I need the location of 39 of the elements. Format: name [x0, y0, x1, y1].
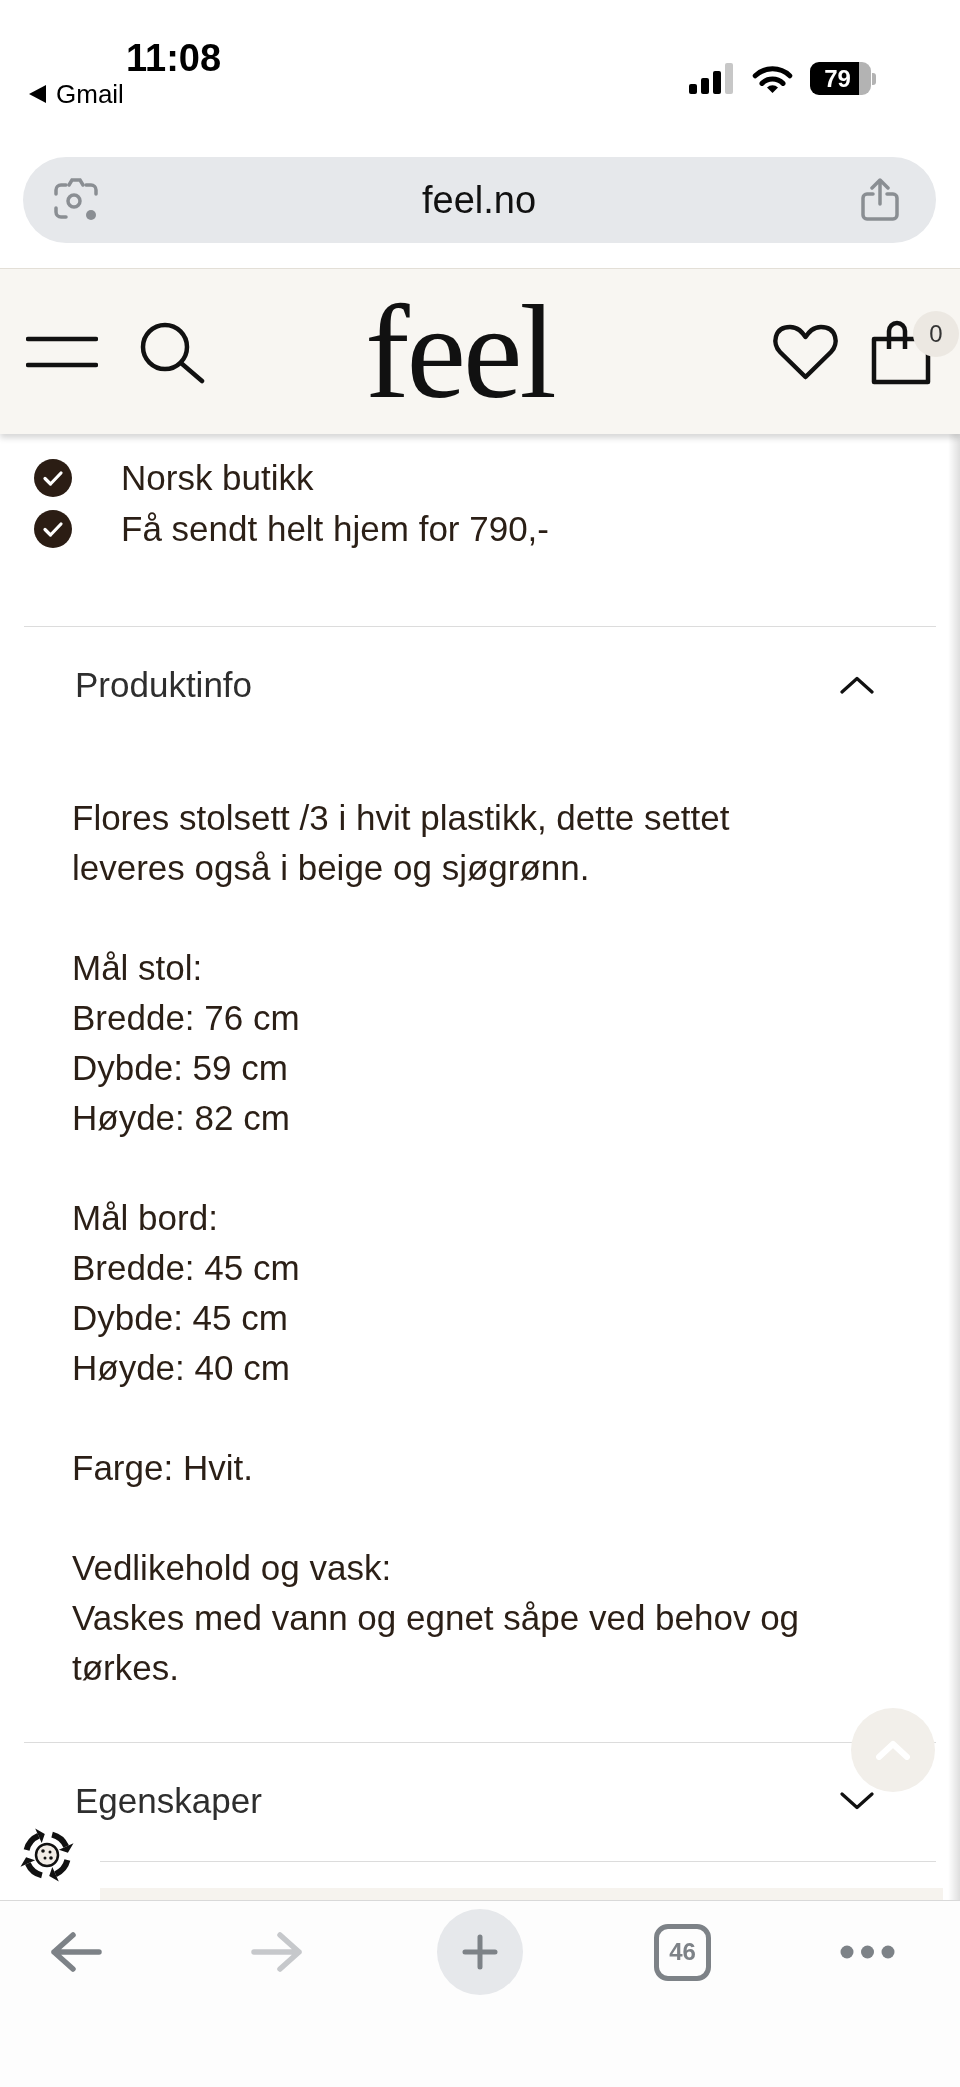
description-line: Vaskes med vann og egnet såpe ved behov og tørkes. [72, 1597, 801, 1689]
description-line: Vedlikehold og vask: [72, 1547, 393, 1589]
description-line: Høyde: 82 cm [72, 1097, 291, 1139]
address-bar[interactable]: feel.no [23, 157, 936, 243]
back-triangle-icon [29, 85, 46, 103]
chevron-up-icon[interactable] [840, 676, 874, 694]
tabs-button[interactable]: 46 [654, 1923, 711, 1981]
site-logo[interactable]: feel [365, 284, 554, 419]
menu-icon[interactable] [26, 335, 98, 368]
usp-text: Få sendt helt hjem for 790,- [121, 508, 549, 549]
description-line: Dybde: 45 cm [72, 1297, 289, 1339]
share-icon[interactable] [860, 178, 900, 222]
shopping-bag-icon[interactable] [870, 318, 931, 385]
back-to-app-link[interactable]: Gmail [29, 79, 124, 109]
signal-strength-icon [689, 63, 735, 94]
description-line: Dybde: 59 cm [72, 1047, 289, 1089]
description-line: Høyde: 40 cm [72, 1347, 291, 1389]
wifi-icon [752, 64, 793, 93]
url-text: feel.no [421, 178, 537, 222]
description-line: Bredde: 45 cm [72, 1247, 301, 1289]
heart-icon[interactable] [771, 322, 839, 381]
battery-indicator: 79 [810, 62, 876, 95]
plus-icon [462, 1934, 498, 1970]
camera-lens-icon[interactable] [54, 178, 98, 222]
back-arrow-icon[interactable] [49, 1931, 102, 1973]
accordion-title[interactable]: Produktinfo [75, 666, 253, 704]
more-dots-icon[interactable] [840, 1945, 895, 1959]
usp-text: Norsk butikk [121, 457, 314, 498]
accordion-title[interactable]: Egenskaper [75, 1782, 262, 1820]
clock-time: 11:08 [126, 37, 222, 79]
description-line: Bredde: 76 cm [72, 997, 301, 1039]
description-line: Flores stolsett /3 i hvit plastikk, dette settet leveres også i beige og sjøgrønn. [72, 797, 731, 889]
check-icon [34, 458, 72, 497]
description-line: Farge: Hvit. [72, 1447, 254, 1489]
check-icon [34, 509, 72, 548]
cart-count-badge[interactable]: 0 [913, 311, 959, 357]
chevron-down-icon[interactable] [840, 1792, 874, 1810]
description-line: Mål bord: [72, 1197, 219, 1239]
description-line: Mål stol: [72, 947, 204, 989]
